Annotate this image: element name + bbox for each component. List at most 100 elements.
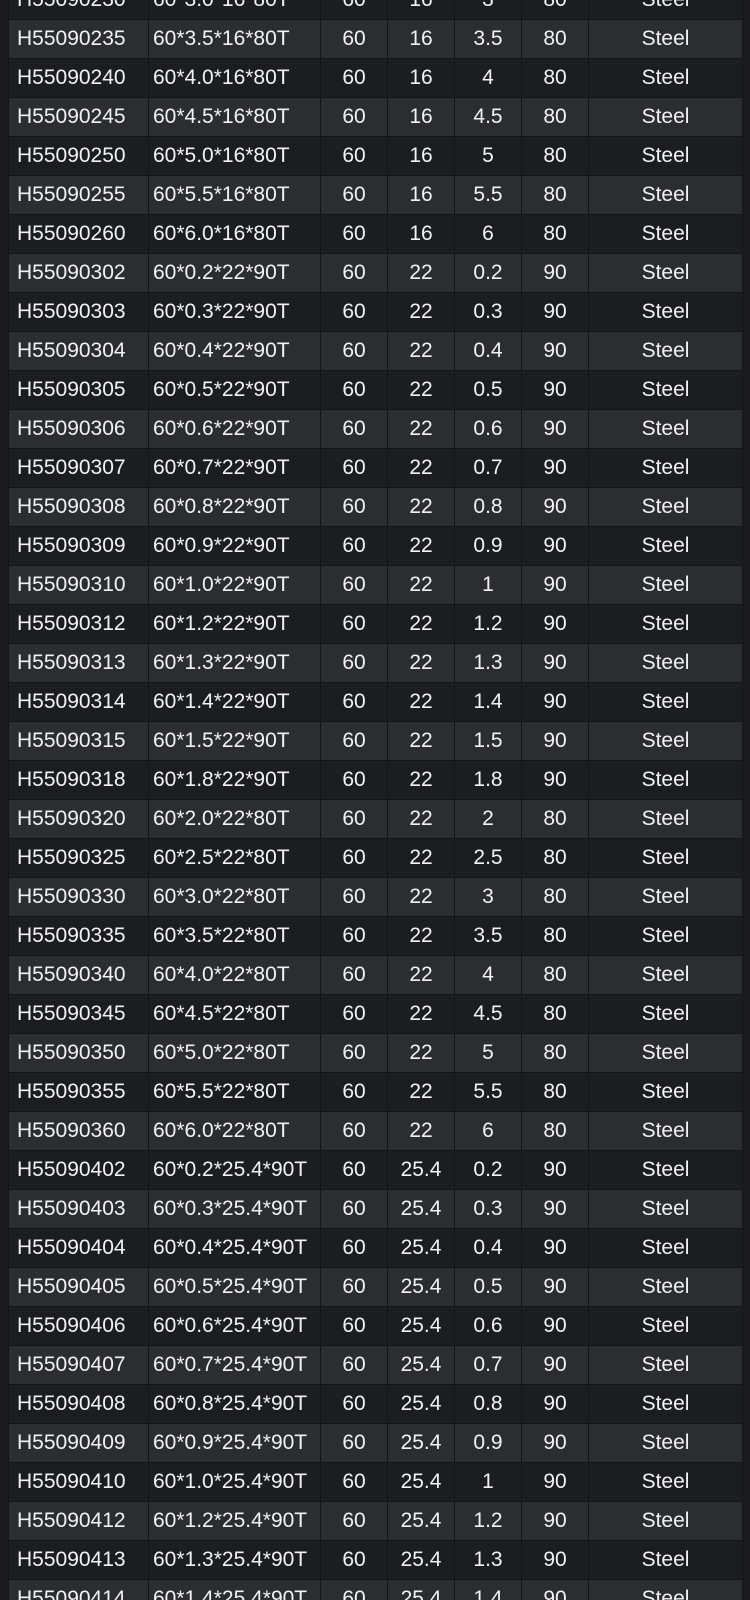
spec-cell: 60*0.2*22*90T <box>148 253 321 293</box>
table-row: H55090408 60*0.8*25.4*90T 60 25.4 0.8 90 Steel <box>8 1384 743 1424</box>
saw-blade-spec-table: H5509023060*3.0*16*80T6016380SteelH55090… <box>8 0 743 1600</box>
material-cell: Steel <box>588 994 743 1034</box>
material-cell: Steel <box>588 253 743 293</box>
bore-cell: 22 <box>387 1033 455 1073</box>
material-cell: Steel <box>588 58 743 98</box>
diameter-cell: 60 <box>320 565 388 605</box>
table-row: H55090355 60*5.5*22*80T 60 22 5.5 80 Steel <box>8 1072 743 1112</box>
teeth-cell: 90 <box>521 1267 589 1307</box>
thickness-cell: 1.4 <box>454 1579 522 1600</box>
item-code-cell: H55090410 <box>8 1462 149 1502</box>
teeth-cell: 90 <box>521 1540 589 1580</box>
teeth-cell: 80 <box>521 214 589 254</box>
bore-cell: 16 <box>387 175 455 215</box>
teeth-cell: 90 <box>521 565 589 605</box>
bore-cell: 25.4 <box>387 1345 455 1385</box>
teeth-cell: 80 <box>521 136 589 176</box>
diameter-cell: 60 <box>320 604 388 644</box>
thickness-cell: 2.5 <box>454 838 522 878</box>
table-row: H55090320 60*2.0*22*80T 60 22 2 80 Steel <box>8 799 743 839</box>
item-code-cell: H55090245 <box>8 97 149 137</box>
spec-cell: 60*4.5*16*80T <box>148 97 321 137</box>
thickness-cell: 1.5 <box>454 721 522 761</box>
spec-cell: 60*5.0*22*80T <box>148 1033 321 1073</box>
table-row: H55090325 60*2.5*22*80T 60 22 2.5 80 Steel <box>8 838 743 878</box>
material-cell: Steel <box>588 0 743 20</box>
diameter-cell: 60 <box>320 721 388 761</box>
diameter-cell: 60 <box>320 1189 388 1229</box>
table-row: H55090303 60*0.3*22*90T 60 22 0.3 90 Steel <box>8 292 743 332</box>
bore-cell: 25.4 <box>387 1228 455 1268</box>
material-cell: Steel <box>588 1072 743 1112</box>
teeth-cell: 80 <box>521 58 589 98</box>
diameter-cell: 60 <box>320 1033 388 1073</box>
bore-cell: 25.4 <box>387 1462 455 1502</box>
bore-cell: 22 <box>387 1072 455 1112</box>
material-cell: Steel <box>588 292 743 332</box>
spec-cell: 60*0.9*22*90T <box>148 526 321 566</box>
diameter-cell: 60 <box>320 1501 388 1541</box>
item-code-cell: H55090240 <box>8 58 149 98</box>
spec-cell: 60*4.5*22*80T <box>148 994 321 1034</box>
teeth-cell: 80 <box>521 1111 589 1151</box>
item-code-cell: H55090350 <box>8 1033 149 1073</box>
teeth-cell: 90 <box>521 487 589 527</box>
spec-cell: 60*4.0*16*80T <box>148 58 321 98</box>
teeth-cell: 90 <box>521 1384 589 1424</box>
spec-cell: 60*0.5*25.4*90T <box>148 1267 321 1307</box>
item-code-cell: H55090414 <box>8 1579 149 1600</box>
diameter-cell: 60 <box>320 1540 388 1580</box>
spec-cell: 60*1.3*25.4*90T <box>148 1540 321 1580</box>
diameter-cell: 60 <box>320 19 388 59</box>
material-cell: Steel <box>588 1423 743 1463</box>
teeth-cell: 90 <box>521 448 589 488</box>
item-code-cell: H55090314 <box>8 682 149 722</box>
diameter-cell: 60 <box>320 1111 388 1151</box>
bore-cell: 25.4 <box>387 1306 455 1346</box>
diameter-cell: 60 <box>320 643 388 683</box>
teeth-cell: 90 <box>521 409 589 449</box>
thickness-cell: 0.2 <box>454 253 522 293</box>
item-code-cell: H55090320 <box>8 799 149 839</box>
material-cell: Steel <box>588 721 743 761</box>
item-code-cell: H55090312 <box>8 604 149 644</box>
thickness-cell: 3 <box>454 0 522 20</box>
item-code-cell: H55090315 <box>8 721 149 761</box>
diameter-cell: 60 <box>320 214 388 254</box>
teeth-cell: 80 <box>521 838 589 878</box>
teeth-cell: 80 <box>521 1033 589 1073</box>
diameter-cell: 60 <box>320 448 388 488</box>
diameter-cell: 60 <box>320 1384 388 1424</box>
item-code-cell: H55090305 <box>8 370 149 410</box>
bore-cell: 22 <box>387 916 455 956</box>
bore-cell: 25.4 <box>387 1540 455 1580</box>
thickness-cell: 1.2 <box>454 604 522 644</box>
spec-cell: 60*0.8*25.4*90T <box>148 1384 321 1424</box>
item-code-cell: H55090402 <box>8 1150 149 1190</box>
spec-cell: 60*0.7*22*90T <box>148 448 321 488</box>
thickness-cell: 0.2 <box>454 1150 522 1190</box>
spec-cell: 60*0.4*22*90T <box>148 331 321 371</box>
diameter-cell: 60 <box>320 136 388 176</box>
thickness-cell: 1.2 <box>454 1501 522 1541</box>
diameter-cell: 60 <box>320 97 388 137</box>
item-code-cell: H55090405 <box>8 1267 149 1307</box>
item-code-cell: H55090403 <box>8 1189 149 1229</box>
table-row: H55090350 60*5.0*22*80T 60 22 5 80 Steel <box>8 1033 743 1073</box>
teeth-cell: 80 <box>521 97 589 137</box>
bore-cell: 22 <box>387 331 455 371</box>
material-cell: Steel <box>588 955 743 995</box>
table-row: H55090335 60*3.5*22*80T 60 22 3.5 80 Steel <box>8 916 743 956</box>
table-row: H55090404 60*0.4*25.4*90T 60 25.4 0.4 90 Steel <box>8 1228 743 1268</box>
table-row: H55090360 60*6.0*22*80T 60 22 6 80 Steel <box>8 1111 743 1151</box>
table-row: H55090410 60*1.0*25.4*90T 60 25.4 1 90 Steel <box>8 1462 743 1502</box>
spec-cell: 60*5.5*16*80T <box>148 175 321 215</box>
thickness-cell: 6 <box>454 1111 522 1151</box>
diameter-cell: 60 <box>320 994 388 1034</box>
thickness-cell: 1.4 <box>454 682 522 722</box>
thickness-cell: 0.4 <box>454 1228 522 1268</box>
material-cell: Steel <box>588 136 743 176</box>
thickness-cell: 4 <box>454 955 522 995</box>
bore-cell: 16 <box>387 58 455 98</box>
item-code-cell: H55090255 <box>8 175 149 215</box>
